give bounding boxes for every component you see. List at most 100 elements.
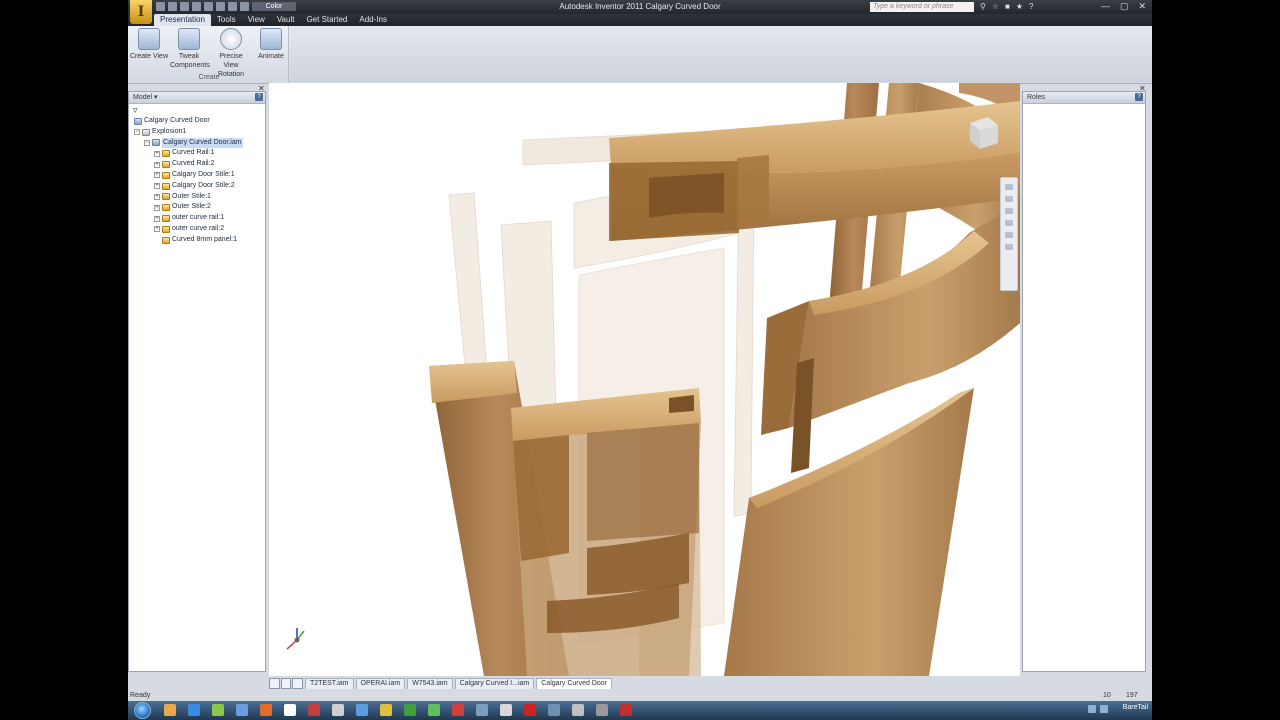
taskbar-app-icon[interactable] (428, 704, 440, 716)
document-tab[interactable]: W7543.iam (407, 678, 453, 689)
taskbar-app-icon[interactable] (356, 704, 368, 716)
document-tab[interactable]: OPERAI.iam (355, 678, 406, 689)
tree-part-item[interactable]: + Calgary Door Stile:2 (129, 181, 265, 192)
graphics-viewport[interactable] (269, 83, 1020, 676)
zoom-all-icon[interactable] (1005, 244, 1013, 250)
subscription-icon[interactable]: ☆ (992, 2, 999, 11)
tree-part-item[interactable]: + Outer Stile:1 (129, 192, 265, 203)
roles-header[interactable]: Roles ? (1023, 92, 1145, 104)
part-icon (162, 150, 170, 158)
animate-icon (260, 28, 282, 50)
help-icon[interactable]: ? (1135, 93, 1143, 101)
tree-part-item[interactable]: + Outer Stile:2 (129, 202, 265, 213)
tab-tools[interactable]: Tools (211, 14, 242, 26)
arrange-icon[interactable] (292, 678, 304, 689)
taskbar-app-icon[interactable] (452, 704, 464, 716)
start-button[interactable] (134, 702, 151, 719)
create-view-button[interactable]: Create View (130, 28, 168, 61)
taskbar-app-icon[interactable] (548, 704, 560, 716)
steering-wheel-icon[interactable] (1005, 184, 1013, 190)
tile-icon[interactable] (269, 678, 280, 689)
tree-part-item[interactable]: + outer curve rail:1 (129, 213, 265, 224)
pan-icon[interactable] (1005, 196, 1013, 202)
tree-explosion[interactable]: − Explosion1 (129, 127, 265, 138)
tree-part-item[interactable]: + Calgary Door Stile:1 (129, 170, 265, 181)
help-search-input[interactable]: Type a keyword or phrase (870, 2, 974, 12)
document-tab[interactable]: Calgary Curved I...iam (454, 678, 535, 689)
ribbon-empty-area (290, 26, 1152, 82)
tree-part-item[interactable]: + Curved Rail:2 (129, 159, 265, 170)
app-window: Color Autodesk Inventor 2011 Calgary Cur… (128, 0, 1152, 720)
document-tabs: T2TEST.iam OPERAI.iam W7543.iam Calgary Cur… (269, 677, 1020, 689)
expand-icon[interactable]: + (154, 215, 160, 222)
orbit-icon[interactable] (1005, 220, 1013, 226)
expand-icon[interactable]: + (154, 183, 160, 190)
tab-get-started[interactable]: Get Started (300, 14, 353, 26)
tree-root[interactable]: Calgary Curved Door (129, 116, 265, 127)
ribbon-tab-row: Presentation Tools View Vault Get Started Add… (128, 14, 1152, 26)
taskbar-app-icon[interactable] (500, 704, 512, 716)
minimize-icon[interactable]: — (1101, 1, 1110, 12)
help-icon[interactable]: ? (1029, 2, 1033, 11)
application-menu-button[interactable]: I (130, 0, 152, 24)
taskbar-app-icon[interactable] (596, 704, 608, 716)
taskbar-app-icon[interactable] (236, 704, 248, 716)
tab-add-ins[interactable]: Add-Ins (353, 14, 393, 26)
taskbar-app-icon[interactable] (476, 704, 488, 716)
expand-icon[interactable]: + (154, 226, 160, 233)
help-icon[interactable]: ? (255, 93, 263, 101)
comm-center-icon[interactable]: ■ (1005, 2, 1010, 11)
taskbar-app-icon[interactable] (620, 704, 632, 716)
cascade-icon[interactable] (280, 678, 292, 689)
taskbar-app-icon[interactable] (212, 704, 224, 716)
expand-icon[interactable]: + (154, 150, 160, 157)
tab-layout-controls (269, 678, 304, 689)
browser-header[interactable]: Model ▾ ? (129, 92, 265, 104)
tree-explosion-label: Explosion1 (152, 127, 187, 135)
taskbar-app-icon[interactable] (524, 704, 536, 716)
taskbar-app-icon[interactable] (260, 704, 272, 716)
maximize-icon[interactable]: ▢ (1120, 1, 1129, 12)
taskbar-app-icon[interactable] (188, 704, 200, 716)
title-bar: Color Autodesk Inventor 2011 Calgary Cur… (128, 0, 1152, 14)
tab-view[interactable]: View (242, 14, 271, 26)
expand-icon[interactable]: + (154, 172, 160, 179)
favorites-icon[interactable]: ★ (1016, 2, 1023, 11)
tweak-components-button[interactable]: Tweak Components (170, 28, 210, 70)
taskbar-app-icon[interactable] (308, 704, 320, 716)
collapse-icon[interactable]: − (144, 139, 150, 146)
animate-button[interactable]: Animate (252, 28, 290, 61)
close-icon[interactable]: ✕ (1138, 1, 1146, 12)
expand-icon[interactable]: + (154, 193, 160, 200)
binoculars-icon[interactable]: ⚲ (980, 2, 986, 11)
tree-part-item[interactable]: Curved 8mm panel:1 (129, 235, 265, 246)
taskbar-app-icon[interactable] (284, 704, 296, 716)
tree-part-item[interactable]: + outer curve rail:2 (129, 224, 265, 235)
viewcube-icon[interactable] (966, 115, 1000, 151)
tray-icon[interactable] (1088, 705, 1096, 713)
tab-presentation[interactable]: Presentation (154, 14, 211, 26)
look-at-icon[interactable] (1005, 232, 1013, 238)
taskbar-app-icon[interactable] (380, 704, 392, 716)
document-tab[interactable]: Calgary Curved Door (536, 678, 612, 689)
navigation-bar[interactable] (1000, 177, 1018, 291)
taskbar-app-icon[interactable] (332, 704, 344, 716)
taskbar-app-icon[interactable] (164, 704, 176, 716)
expand-icon[interactable]: + (154, 204, 160, 211)
collapse-icon[interactable]: − (134, 129, 140, 136)
tab-vault[interactable]: Vault (271, 14, 301, 26)
taskbar-app-icon[interactable] (404, 704, 416, 716)
expand-icon[interactable]: + (154, 161, 160, 168)
roles-title: Roles (1027, 94, 1045, 101)
zoom-icon[interactable] (1005, 208, 1013, 214)
precise-view-rotation-button[interactable]: Precise View Rotation (212, 28, 250, 79)
part-icon (162, 225, 170, 233)
filter-icon[interactable]: ▿ (129, 104, 265, 116)
model-browser: Model ▾ ? ▿ Calgary Curved Door − Explos… (128, 91, 266, 672)
tree-part-item[interactable]: + Curved Rail:1 (129, 148, 265, 159)
taskbar-app-icon[interactable] (572, 704, 584, 716)
document-tab[interactable]: T2TEST.iam (305, 678, 354, 689)
taskbar-clock[interactable]: BareTail (1123, 704, 1148, 711)
tray-icon[interactable] (1100, 705, 1108, 713)
tree-assembly[interactable]: − Calgary Curved Door.iam (129, 137, 265, 149)
